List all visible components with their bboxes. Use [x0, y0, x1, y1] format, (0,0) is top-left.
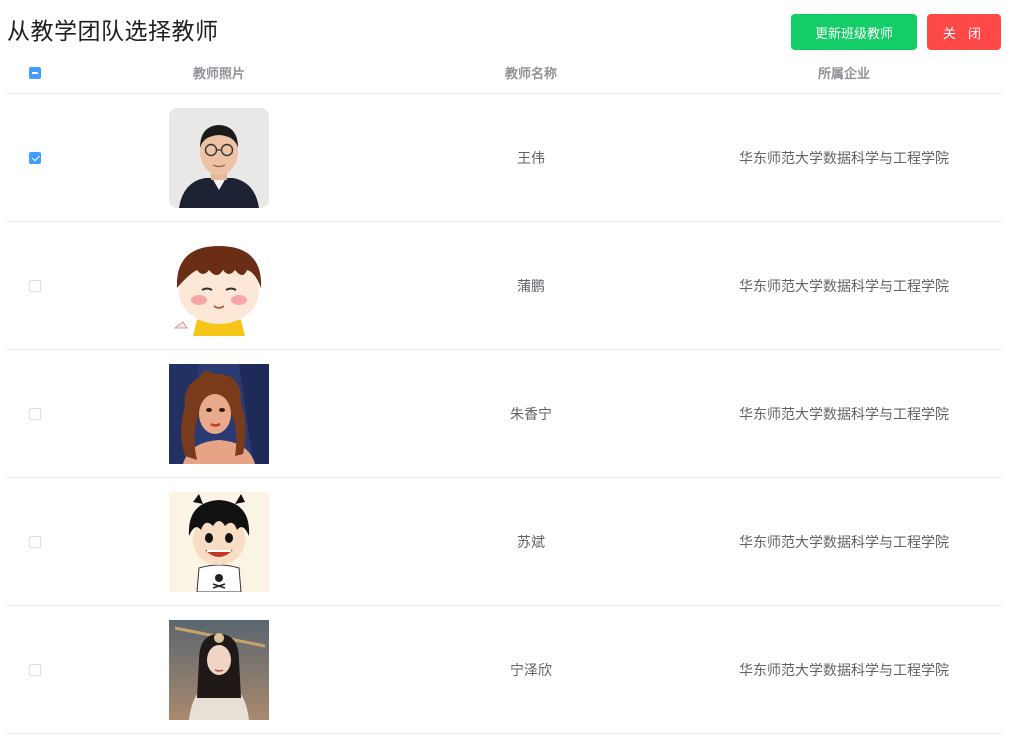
row-checkbox[interactable]: [29, 535, 41, 548]
teacher-org: 华东师范大学数据科学与工程学院: [739, 662, 949, 679]
row-checkbox[interactable]: [29, 151, 41, 164]
teacher-name: 王伟: [517, 150, 545, 167]
teacher-photo: [169, 363, 269, 464]
select-all-cell: [7, 52, 63, 93]
teacher-photo: [169, 107, 269, 208]
row-checkbox[interactable]: [29, 279, 41, 292]
table-row: 朱香宁 华东师范大学数据科学与工程学院: [7, 350, 1001, 478]
row-check-cell: [7, 94, 63, 221]
photo-cell: [63, 606, 375, 733]
photo-cell: [63, 222, 375, 349]
column-header-name: 教师名称: [504, 67, 557, 82]
teacher-table: 教师照片 教师名称 所属企业 王伟 华东师范大学数据科学与工程学院 蒲鹏 华东师…: [7, 52, 1001, 734]
photo-cell: [63, 350, 375, 477]
update-class-teachers-button[interactable]: 更新班级教师: [791, 14, 917, 50]
row-checkbox[interactable]: [29, 663, 41, 676]
column-header-photo: 教师照片: [192, 67, 245, 82]
table-row: 王伟 华东师范大学数据科学与工程学院: [7, 94, 1001, 222]
select-all-checkbox[interactable]: [29, 66, 41, 79]
teacher-name: 苏斌: [517, 534, 545, 551]
teacher-photo: [169, 491, 269, 592]
row-check-cell: [7, 606, 63, 733]
teacher-name: 蒲鹏: [517, 278, 545, 295]
row-check-cell: [7, 222, 63, 349]
teacher-org: 华东师范大学数据科学与工程学院: [739, 534, 949, 551]
table-row: 苏斌 华东师范大学数据科学与工程学院: [7, 478, 1001, 606]
teacher-name: 宁泽欣: [510, 662, 552, 679]
photo-cell: [63, 478, 375, 605]
row-check-cell: [7, 350, 63, 477]
table-row: 蒲鹏 华东师范大学数据科学与工程学院: [7, 222, 1001, 350]
teacher-org: 华东师范大学数据科学与工程学院: [739, 150, 949, 167]
close-button[interactable]: 关 闭: [927, 14, 1001, 50]
table-header: 教师照片 教师名称 所属企业: [7, 52, 1001, 94]
teacher-org: 华东师范大学数据科学与工程学院: [739, 278, 949, 295]
column-header-org: 所属企业: [817, 67, 870, 82]
page-title: 从教学团队选择教师: [7, 19, 219, 45]
row-check-cell: [7, 478, 63, 605]
table-row: 宁泽欣 华东师范大学数据科学与工程学院: [7, 606, 1001, 734]
photo-cell: [63, 94, 375, 221]
teacher-photo: [169, 235, 269, 336]
teacher-name: 朱香宁: [510, 406, 552, 423]
row-checkbox[interactable]: [29, 407, 41, 420]
teacher-org: 华东师范大学数据科学与工程学院: [739, 406, 949, 423]
teacher-photo: [169, 619, 269, 720]
